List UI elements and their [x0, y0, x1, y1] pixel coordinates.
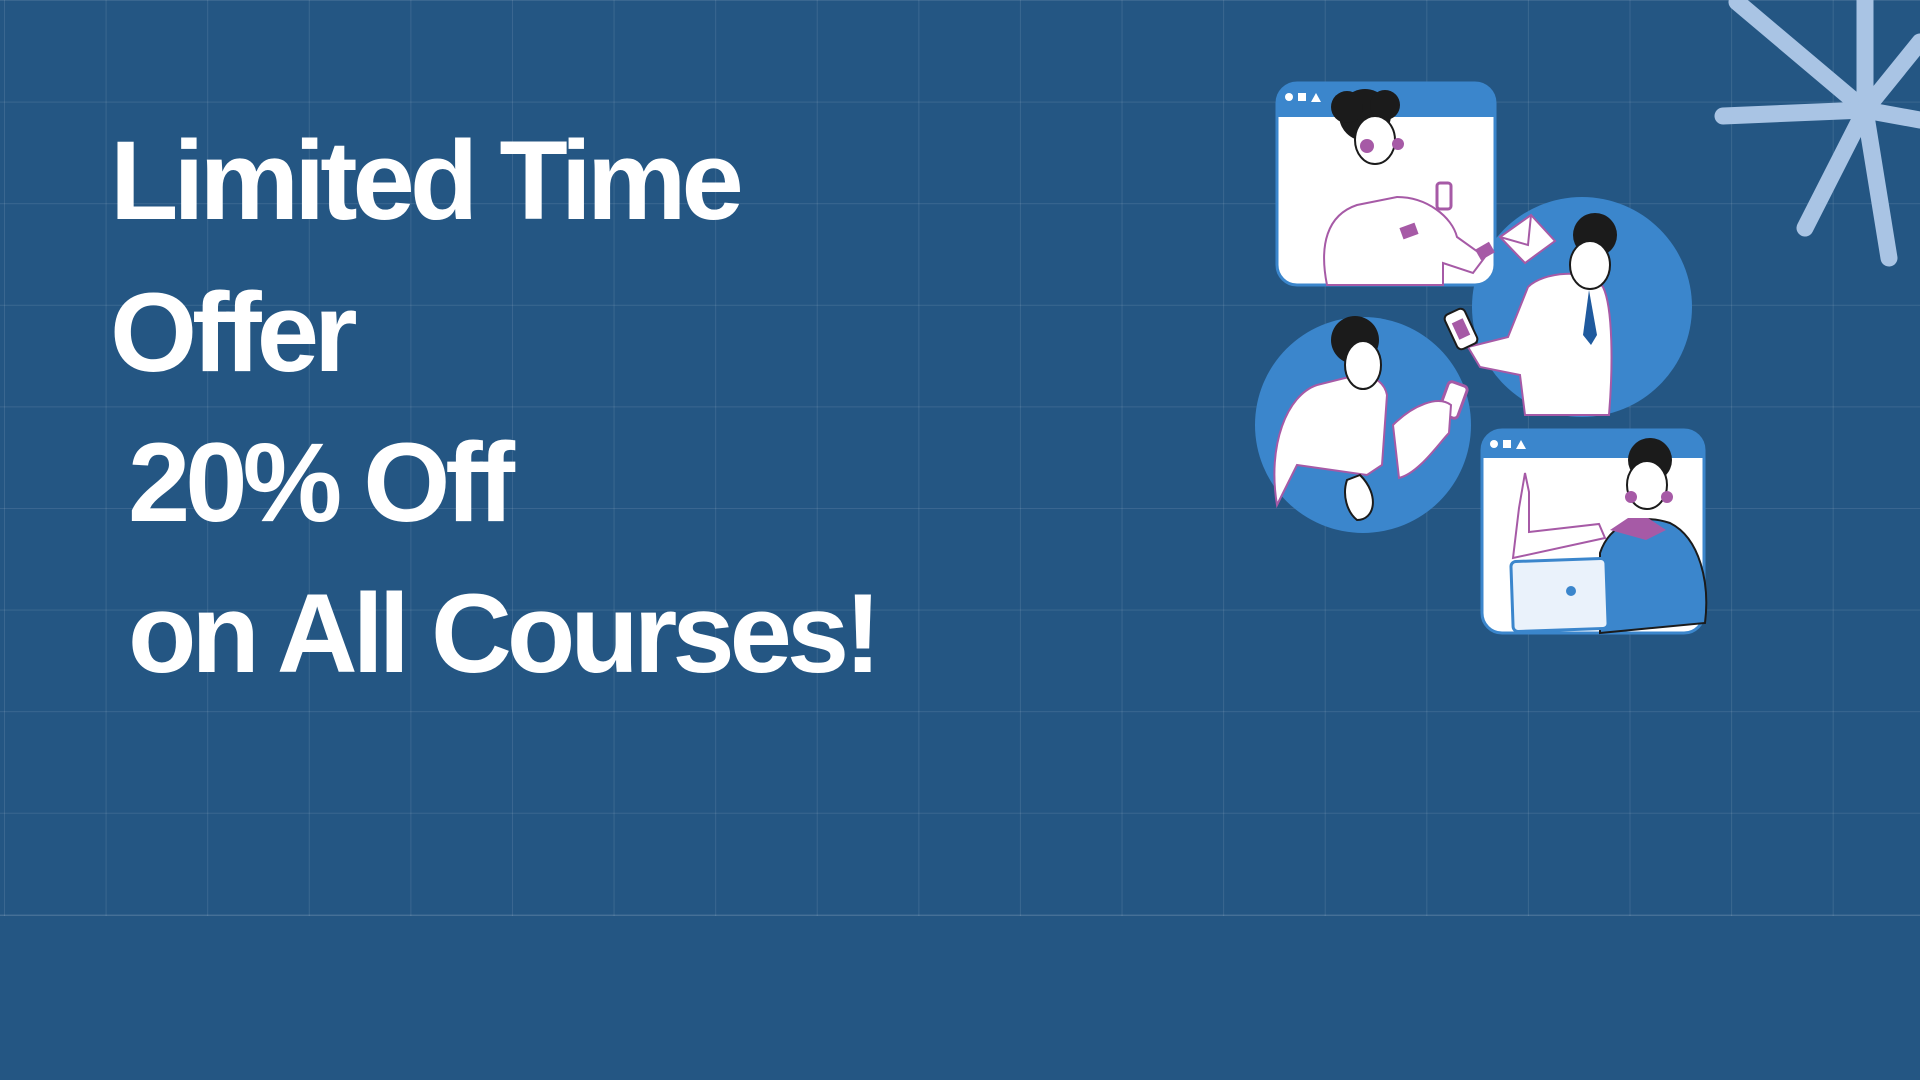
headline-line-1: Limited Time [110, 118, 744, 243]
headline-line-2: Offer [110, 270, 358, 395]
online-team-illustration [1255, 81, 1708, 635]
video-window-bottom [1480, 428, 1708, 635]
discount-line: 20% Off [128, 420, 515, 545]
video-window-top [1275, 81, 1497, 287]
courses-line: on All Courses! [128, 571, 881, 696]
